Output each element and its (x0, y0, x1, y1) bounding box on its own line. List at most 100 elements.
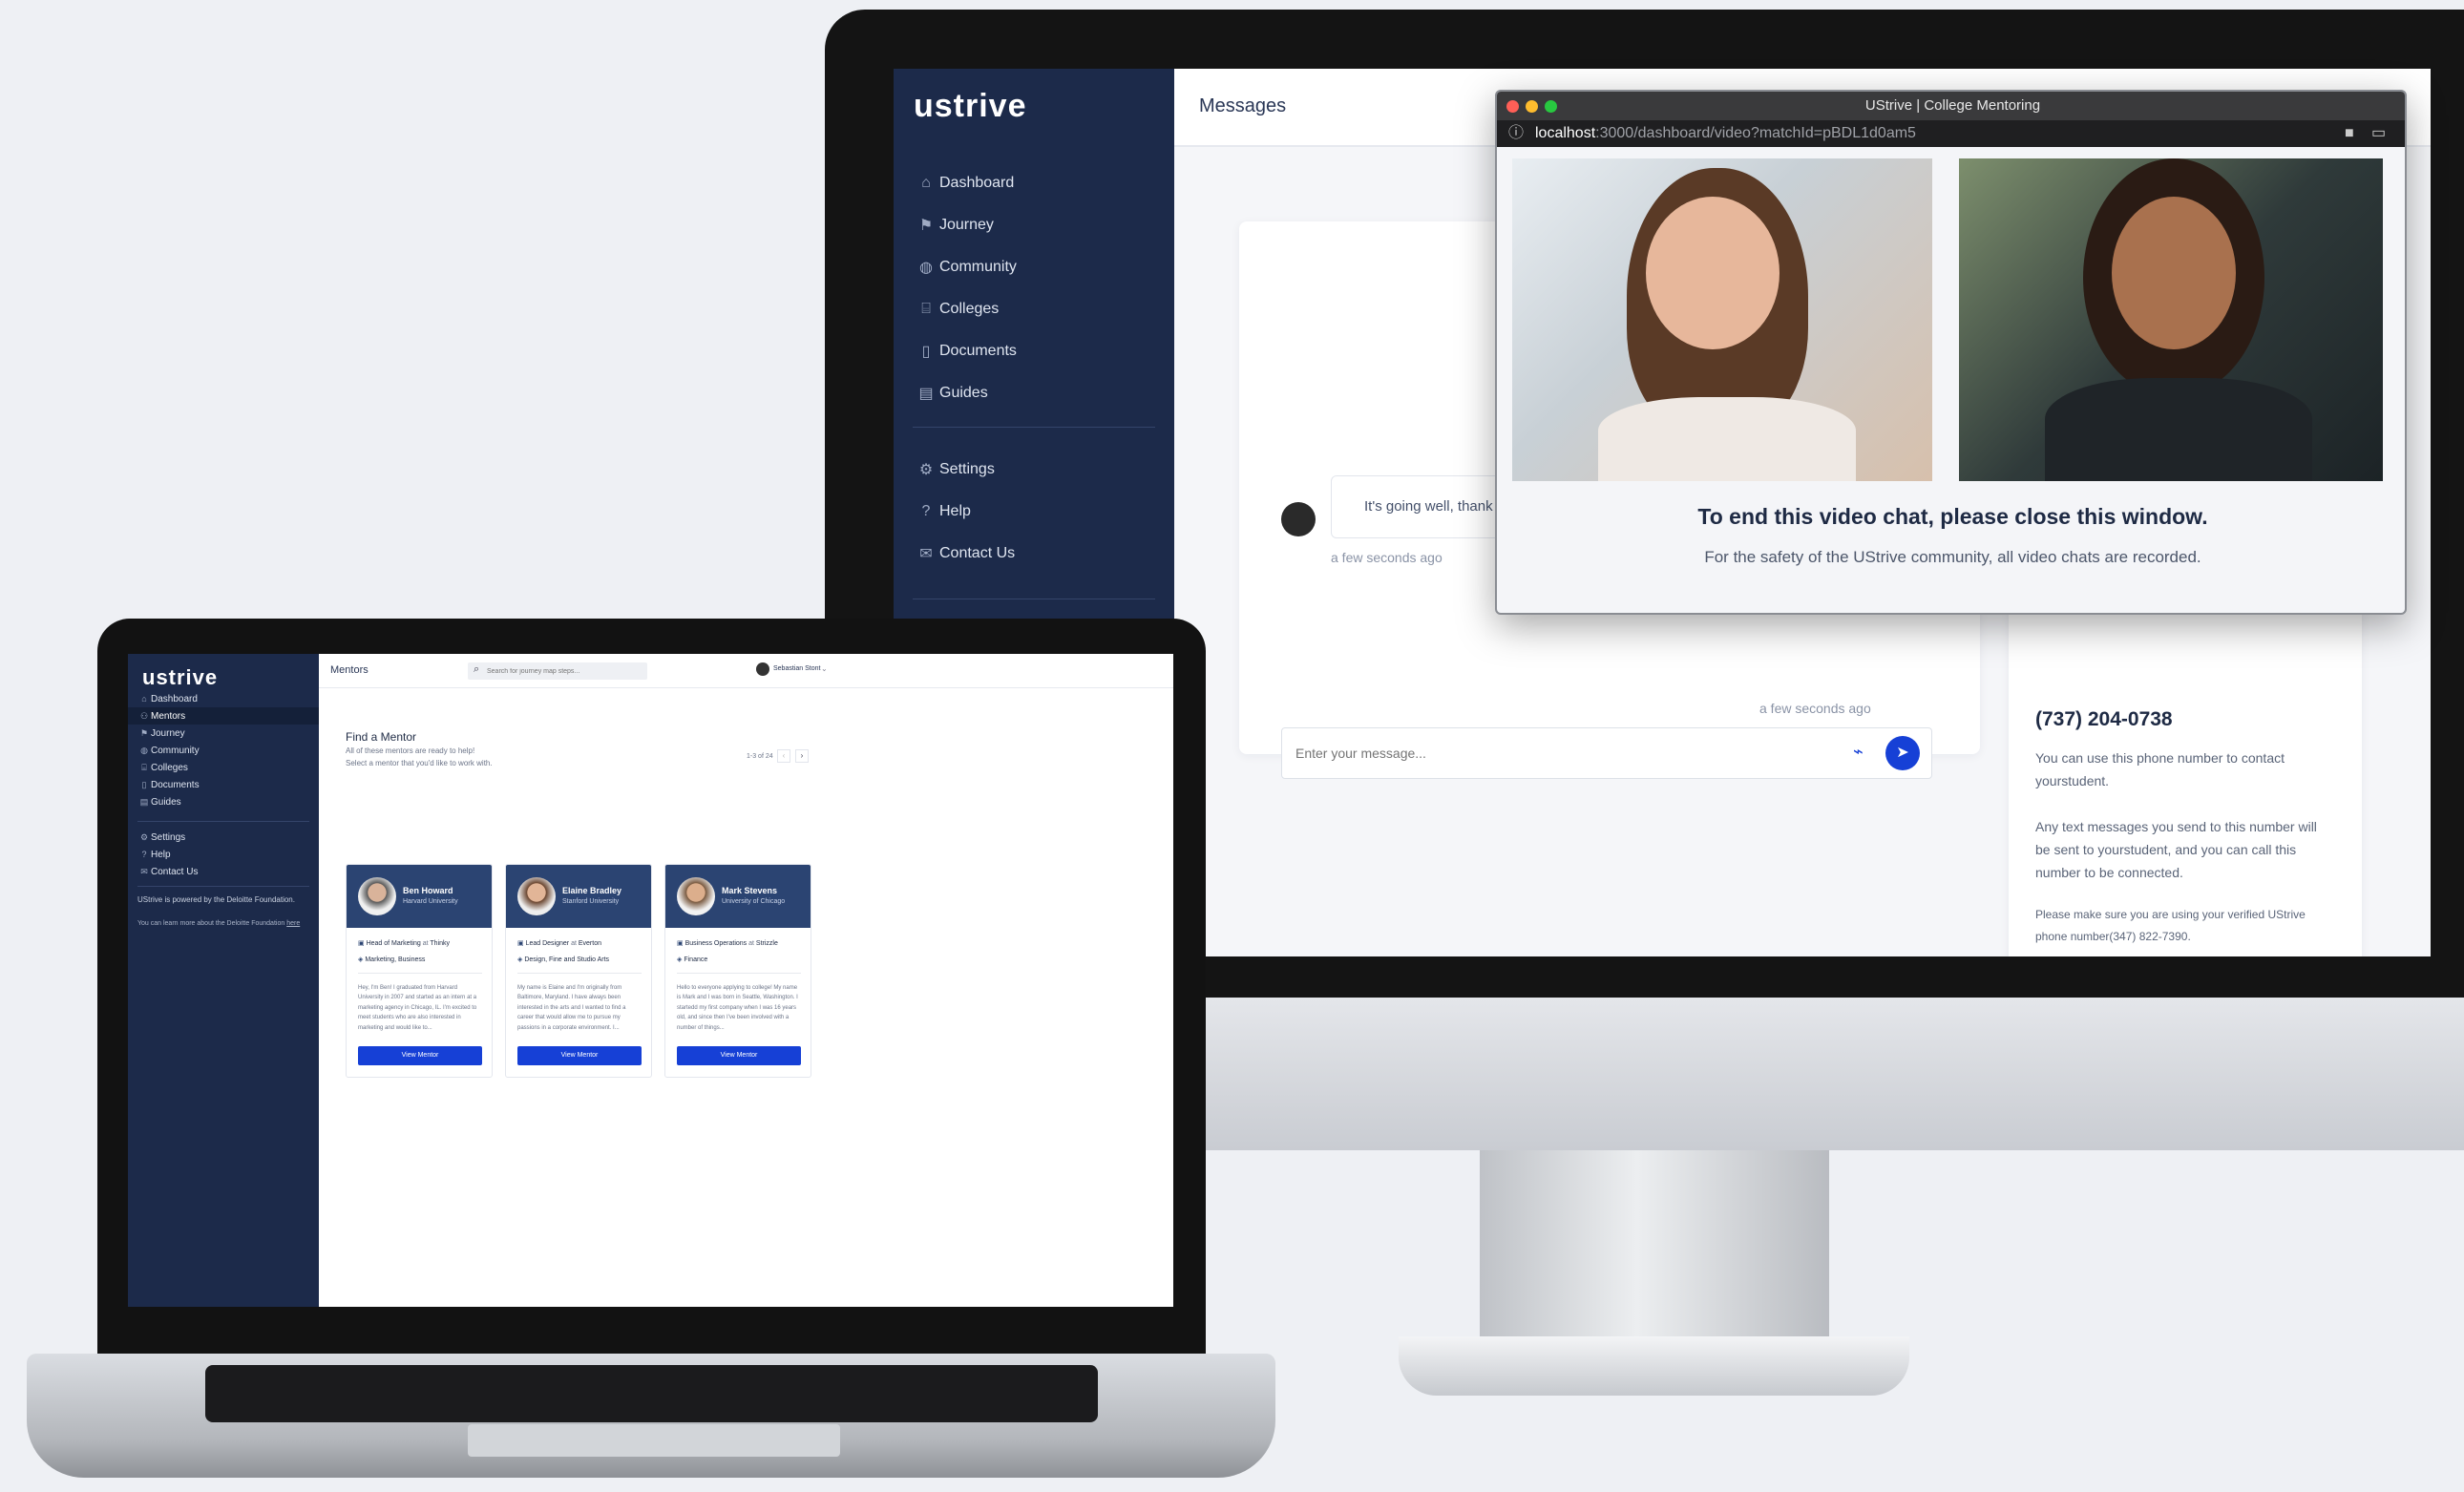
url-path: :3000/dashboard/video?matchId=pBDL1d0am5 (1595, 125, 1916, 141)
mentor-role: ▣ Head of Marketing at Thinky (358, 940, 451, 947)
briefcase-icon: ▣ (517, 940, 524, 947)
minimize-window-button[interactable] (1526, 100, 1538, 113)
cast-icon: ▭ (2371, 125, 2387, 141)
briefcase-icon: ▣ (677, 940, 684, 947)
sidebar-item-contact[interactable]: ✉ Contact Us (128, 863, 319, 880)
user-name[interactable]: Sebastian Stont (773, 665, 820, 672)
video-person-face (1646, 197, 1780, 349)
search-input[interactable] (487, 664, 640, 678)
sidebar-item-settings[interactable]: ⚙ Settings (913, 449, 1161, 491)
mail-icon: ✉ (140, 866, 148, 876)
next-page-button[interactable]: › (795, 749, 809, 763)
mentor-card-header: Elaine Bradley Stanford University (506, 865, 651, 928)
mentor-name: Elaine Bradley (562, 886, 622, 895)
sidebar-item-journey[interactable]: ⚑ Journey (128, 725, 319, 742)
phone-info: Please make sure you are using your veri… (2035, 908, 2306, 943)
ustrive-logo[interactable]: ustrive (142, 665, 218, 690)
page-title: Messages (1199, 95, 1287, 116)
card-divider (677, 973, 801, 974)
sidebar-item-journey[interactable]: ⚑ Journey (913, 204, 1161, 246)
sidebar-item-community[interactable]: ◍ Community (913, 246, 1161, 288)
sidebar-item-community[interactable]: ◍ Community (128, 742, 319, 759)
sidebar-item-guides[interactable]: ▤ Guides (128, 793, 319, 810)
sidebar-item-colleges[interactable]: ⌸ Colleges (128, 759, 319, 776)
sidebar-item-guides[interactable]: ▤ Guides (913, 372, 1161, 414)
mentor-avatar (358, 877, 396, 915)
mentor-name: Ben Howard (403, 886, 453, 895)
camera-icon: ■ (2345, 125, 2354, 141)
tag-icon: ◈ (358, 956, 364, 963)
ustrive-logo[interactable]: ustrive (914, 88, 1027, 125)
sidebar-item-colleges[interactable]: ⌸ Colleges (913, 288, 1161, 330)
mentor-card: Mark Stevens University of Chicago ▣ Bus… (664, 864, 811, 1078)
document-icon: ▯ (141, 779, 147, 789)
mentor-role: ▣ Business Operations at Strizzle (677, 940, 778, 947)
tag-icon: ◈ (677, 956, 683, 963)
laptop-keyboard (205, 1365, 1098, 1422)
phone-number: (737) 204-0738 (2035, 708, 2173, 730)
gear-icon: ⚙ (918, 462, 934, 478)
document-icon: ▯ (921, 344, 931, 360)
laptop-trackpad (468, 1424, 840, 1457)
mentor-tags: ◈ Design, Fine and Studio Arts (517, 956, 610, 963)
sidebar-item-help[interactable]: ? Help (913, 491, 1161, 533)
mentor-role: ▣ Lead Designer at Everton (517, 940, 601, 947)
briefcase-icon: ▣ (358, 940, 365, 947)
card-divider (358, 973, 482, 974)
sidebar-item-dashboard[interactable]: ⌂ Dashboard (128, 690, 319, 707)
sidebar: ustrive ⌂ Dashboard ⚇ Mentors ⚑ Journey ◍ Co… (128, 654, 319, 1307)
view-mentor-button[interactable]: View Mentor (677, 1046, 801, 1065)
address-bar[interactable]: ⓘ localhost:3000/dashboard/video?matchId… (1497, 120, 2405, 147)
sidebar-item-dashboard[interactable]: ⌂ Dashboard (913, 162, 1161, 204)
attach-icon[interactable]: ⌁ (1853, 742, 1864, 762)
message-input-box: ⌁ ➤ (1281, 727, 1932, 779)
window-titlebar[interactable]: UStrive | College Mentoring (1497, 92, 2405, 120)
mentor-school: Harvard University (403, 898, 458, 905)
view-mentor-button[interactable]: View Mentor (517, 1046, 642, 1065)
sidebar-item-help[interactable]: ? Help (128, 846, 319, 863)
video-feed-mentor (1512, 158, 1932, 481)
message-input[interactable] (1295, 742, 1773, 765)
card-divider (517, 973, 642, 974)
sidebar-divider (913, 427, 1155, 428)
section-subtext: All of these mentors are ready to help! (346, 746, 475, 755)
section-heading: Find a Mentor (346, 730, 417, 744)
view-mentor-button[interactable]: View Mentor (358, 1046, 482, 1065)
window-title: UStrive | College Mentoring (1864, 97, 2041, 114)
globe-icon: ◍ (140, 745, 148, 755)
chevron-down-icon[interactable]: ⌄ (821, 664, 828, 673)
video-chat-window[interactable]: UStrive | College Mentoring ⓘ localhost:… (1495, 90, 2407, 615)
deloitte-link[interactable]: here (286, 920, 300, 927)
message-timestamp: a few seconds ago (1759, 701, 1871, 716)
mentor-bio: Hello to everyone applying to college! M… (677, 985, 798, 1031)
url-host: localhost (1535, 125, 1596, 141)
home-icon: ⌂ (921, 175, 931, 191)
section-subtext: Select a mentor that you'd like to work … (346, 759, 493, 767)
phone-card: (737) 204-0738 You can use this phone nu… (2009, 603, 2362, 956)
sidebar-divider (137, 821, 309, 822)
maximize-window-button[interactable] (1545, 100, 1557, 113)
mentor-bio: My name is Elaine and I'm originally fro… (517, 985, 626, 1031)
sidebar-item-contact[interactable]: ✉ Contact Us (913, 533, 1161, 575)
sidebar-footer-note: You can learn more about the Deloitte Fo… (137, 920, 301, 927)
sidebar-item-documents[interactable]: ▯ Documents (913, 330, 1161, 372)
mentor-card-header: Mark Stevens University of Chicago (665, 865, 811, 928)
imac-stand (1480, 1150, 1829, 1341)
close-window-button[interactable] (1506, 100, 1519, 113)
phone-info: Any text messages you send to this numbe… (2035, 819, 2317, 880)
tag-icon: ◈ (517, 956, 523, 963)
gear-icon: ⚙ (139, 831, 149, 842)
prev-page-button[interactable]: ‹ (777, 749, 790, 763)
home-icon: ⌂ (141, 694, 147, 704)
sidebar-item-mentors[interactable]: ⚇ Mentors (128, 707, 319, 725)
send-button[interactable]: ➤ (1885, 736, 1920, 770)
mentor-card: Elaine Bradley Stanford University ▣ Lea… (505, 864, 652, 1078)
topbar: Mentors ⌕ Sebastian Stont ⌄ (319, 654, 1173, 688)
page-title: Mentors (330, 664, 369, 676)
avatar[interactable] (756, 662, 769, 676)
avatar (1281, 502, 1316, 536)
users-icon: ⚇ (139, 710, 149, 721)
sidebar-item-settings[interactable]: ⚙ Settings (128, 829, 319, 846)
mentor-bio: Hey, I'm Ben! I graduated from Harvard U… (358, 985, 477, 1031)
sidebar-item-documents[interactable]: ▯ Documents (128, 776, 319, 793)
